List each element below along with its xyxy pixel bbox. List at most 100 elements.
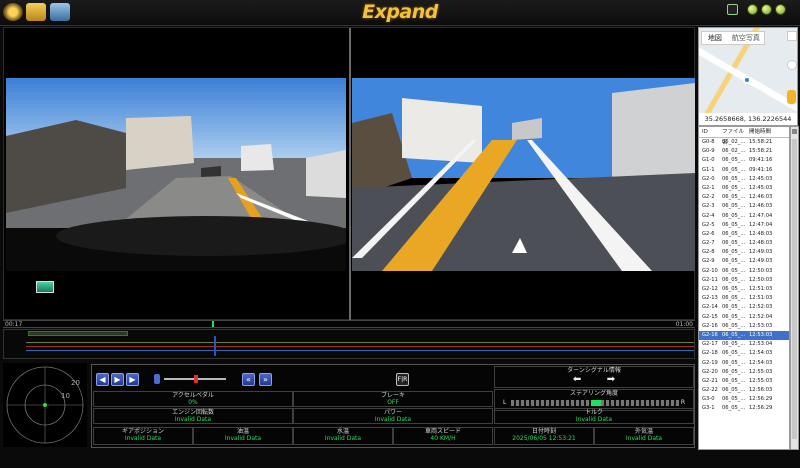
file-list-scrollbar[interactable] bbox=[790, 126, 799, 450]
scroll-thumb[interactable] bbox=[792, 139, 797, 439]
file-id: G2-0 bbox=[702, 175, 715, 182]
file-name: 06_05_... bbox=[722, 396, 746, 403]
file-name: 06_05_... bbox=[722, 341, 746, 348]
front-camera-video[interactable] bbox=[6, 78, 346, 271]
map-tab-map[interactable]: 地図 bbox=[702, 32, 728, 44]
file-list-row[interactable]: G3-0 06_05_... 12:56:29 bbox=[699, 395, 789, 404]
timeline-bar[interactable]: 00:17 01:00 bbox=[3, 320, 695, 328]
video-area bbox=[3, 27, 695, 321]
file-list-row[interactable]: G0-9 06_02_... 15:58:21 bbox=[699, 147, 789, 156]
file-name: 06_05_... bbox=[722, 194, 746, 201]
next-file-button[interactable]: ▶ bbox=[126, 373, 139, 386]
file-id: G2-18 bbox=[702, 350, 718, 357]
file-list-row[interactable]: G1-0 06_05_... 09:41:16 bbox=[699, 156, 789, 165]
file-id: G2-21 bbox=[702, 377, 718, 384]
file-start-time: 12:48:03 bbox=[749, 240, 773, 247]
file-list-row[interactable]: G2-7 06_05_... 12:48:03 bbox=[699, 239, 789, 248]
volume-icon[interactable] bbox=[154, 374, 160, 384]
file-list-row[interactable]: G2-20 06_05_... 12:55:03 bbox=[699, 368, 789, 377]
file-name: 06_05_... bbox=[722, 267, 746, 274]
file-list-row[interactable]: G2-3 06_05_... 12:46:03 bbox=[699, 202, 789, 211]
rewind-button[interactable]: « bbox=[242, 373, 255, 386]
file-name: 06_05_... bbox=[722, 377, 746, 384]
front-rear-toggle[interactable]: F|R bbox=[396, 373, 409, 386]
file-start-time: 12:50:03 bbox=[749, 276, 773, 283]
fast-forward-button[interactable]: » bbox=[259, 373, 272, 386]
file-id: G3-0 bbox=[702, 396, 715, 403]
file-list[interactable]: ID ファイル名 開始時間 G0-8 06_02_... 15:58:21 G0-9 0… bbox=[698, 126, 790, 450]
file-id: G2-9 bbox=[702, 258, 715, 265]
file-start-time: 12:50:03 bbox=[749, 267, 773, 274]
rpm-cell: エンジン回転数 Invalid Data bbox=[93, 408, 293, 424]
map-view[interactable]: 地図 航空写真 35.2658668, 136.2226544 bbox=[698, 27, 798, 126]
rpm-label: エンジン回転数 bbox=[171, 409, 214, 416]
col-id[interactable]: ID bbox=[699, 127, 722, 137]
file-list-row[interactable]: G2-17 06_05_... 12:53:04 bbox=[699, 340, 789, 349]
file-list-row[interactable]: G2-10 06_05_... 12:50:03 bbox=[699, 267, 789, 276]
steering-indicator bbox=[591, 400, 601, 406]
file-list-row[interactable]: G0-8 06_02_... 15:58:21 bbox=[699, 138, 789, 147]
file-start-time: 12:51:03 bbox=[749, 295, 773, 302]
file-name: 06_05_... bbox=[722, 368, 746, 375]
file-list-row[interactable]: G2-16 06_05_... 12:53:03 bbox=[699, 330, 789, 341]
file-start-time: 12:52:03 bbox=[749, 304, 773, 311]
file-id: G1-0 bbox=[702, 157, 715, 164]
rear-camera-video[interactable] bbox=[352, 78, 695, 271]
file-list-row[interactable]: G3-1 06_05_... 12:56:29 bbox=[699, 404, 789, 413]
file-list-row[interactable]: G2-14 06_05_... 12:52:03 bbox=[699, 303, 789, 312]
fullscreen-icon[interactable] bbox=[787, 31, 797, 41]
volume-thumb[interactable] bbox=[194, 375, 198, 383]
file-start-time: 12:51:03 bbox=[749, 286, 773, 292]
file-list-row[interactable]: G2-11 06_05_... 12:50:03 bbox=[699, 276, 789, 285]
col-filename[interactable]: ファイル名 bbox=[722, 127, 749, 146]
minimize-button[interactable] bbox=[747, 4, 758, 15]
file-list-row[interactable]: G2-0 06_05_... 12:45:03 bbox=[699, 175, 789, 184]
scroll-up-icon[interactable] bbox=[792, 129, 797, 134]
file-list-header: ID ファイル名 開始時間 bbox=[699, 127, 789, 146]
file-start-time: 12:56:29 bbox=[749, 396, 773, 403]
file-list-row[interactable]: G1-1 06_05_... 09:41:16 bbox=[699, 166, 789, 175]
snapshot-icon[interactable] bbox=[36, 281, 54, 293]
file-id: G2-17 bbox=[702, 341, 718, 348]
file-start-time: 12:56:29 bbox=[749, 405, 773, 412]
screen-toggle-icon[interactable] bbox=[727, 4, 738, 15]
file-list-row[interactable]: G2-9 06_05_... 12:49:03 bbox=[699, 257, 789, 266]
file-list-row[interactable]: G2-16 06_05_... 12:53:03 bbox=[699, 322, 789, 331]
map-coordinates: 35.2658668, 136.2226544 bbox=[699, 113, 797, 125]
map-pan-icon[interactable] bbox=[787, 60, 797, 70]
file-list-row[interactable]: G2-1 06_05_... 12:45:03 bbox=[699, 184, 789, 193]
outside-temp-value: Invalid Data bbox=[625, 435, 663, 442]
play-button[interactable]: ▶ bbox=[111, 373, 124, 386]
file-list-row[interactable]: G2-2 06_05_... 12:46:03 bbox=[699, 193, 789, 202]
file-start-time: 15:58:21 bbox=[749, 148, 773, 155]
col-start-time[interactable]: 開始時間 bbox=[749, 127, 789, 137]
power-cell: パワー Invalid Data bbox=[293, 408, 493, 424]
gear-cell: ギアポジション Invalid Data bbox=[93, 427, 193, 445]
file-list-row[interactable]: G2-13 06_05_... 12:51:03 bbox=[699, 294, 789, 303]
graph-legend bbox=[28, 331, 128, 336]
outside-temp-cell: 外気温 Invalid Data bbox=[594, 427, 694, 445]
maximize-button[interactable] bbox=[761, 4, 772, 15]
accel-value: 0% bbox=[188, 399, 198, 406]
title-bar: Expand bbox=[0, 0, 800, 26]
file-list-row[interactable]: G2-22 06_05_... 12:56:03 bbox=[699, 386, 789, 395]
street-view-icon[interactable] bbox=[787, 90, 796, 104]
file-list-row[interactable]: G2-15 06_05_... 12:52:04 bbox=[699, 313, 789, 322]
timeline-playhead[interactable] bbox=[212, 321, 214, 327]
file-start-time: 09:41:16 bbox=[749, 157, 773, 164]
close-button[interactable] bbox=[775, 4, 786, 15]
file-start-time: 12:53:03 bbox=[749, 331, 773, 338]
file-list-row[interactable]: G2-21 06_05_... 12:55:03 bbox=[699, 377, 789, 386]
prev-file-button[interactable]: ◀ bbox=[96, 373, 109, 386]
map-tab-satellite[interactable]: 航空写真 bbox=[728, 32, 764, 44]
file-list-row[interactable]: G2-8 06_05_... 12:49:03 bbox=[699, 248, 789, 257]
file-name: 06_05_... bbox=[722, 322, 746, 329]
file-list-row[interactable]: G2-12 06_05_... 12:51:03 bbox=[699, 285, 789, 294]
datetime-label: 日付時刻 bbox=[531, 428, 556, 435]
file-list-row[interactable]: G2-6 06_05_... 12:48:03 bbox=[699, 230, 789, 239]
file-list-row[interactable]: G2-5 06_05_... 12:47:04 bbox=[699, 221, 789, 230]
file-name: 06_05_... bbox=[722, 405, 746, 412]
file-list-row[interactable]: G2-4 06_05_... 12:47:04 bbox=[699, 212, 789, 221]
file-list-row[interactable]: G2-18 06_05_... 12:54:03 bbox=[699, 349, 789, 358]
file-list-row[interactable]: G2-19 06_05_... 12:54:03 bbox=[699, 359, 789, 368]
